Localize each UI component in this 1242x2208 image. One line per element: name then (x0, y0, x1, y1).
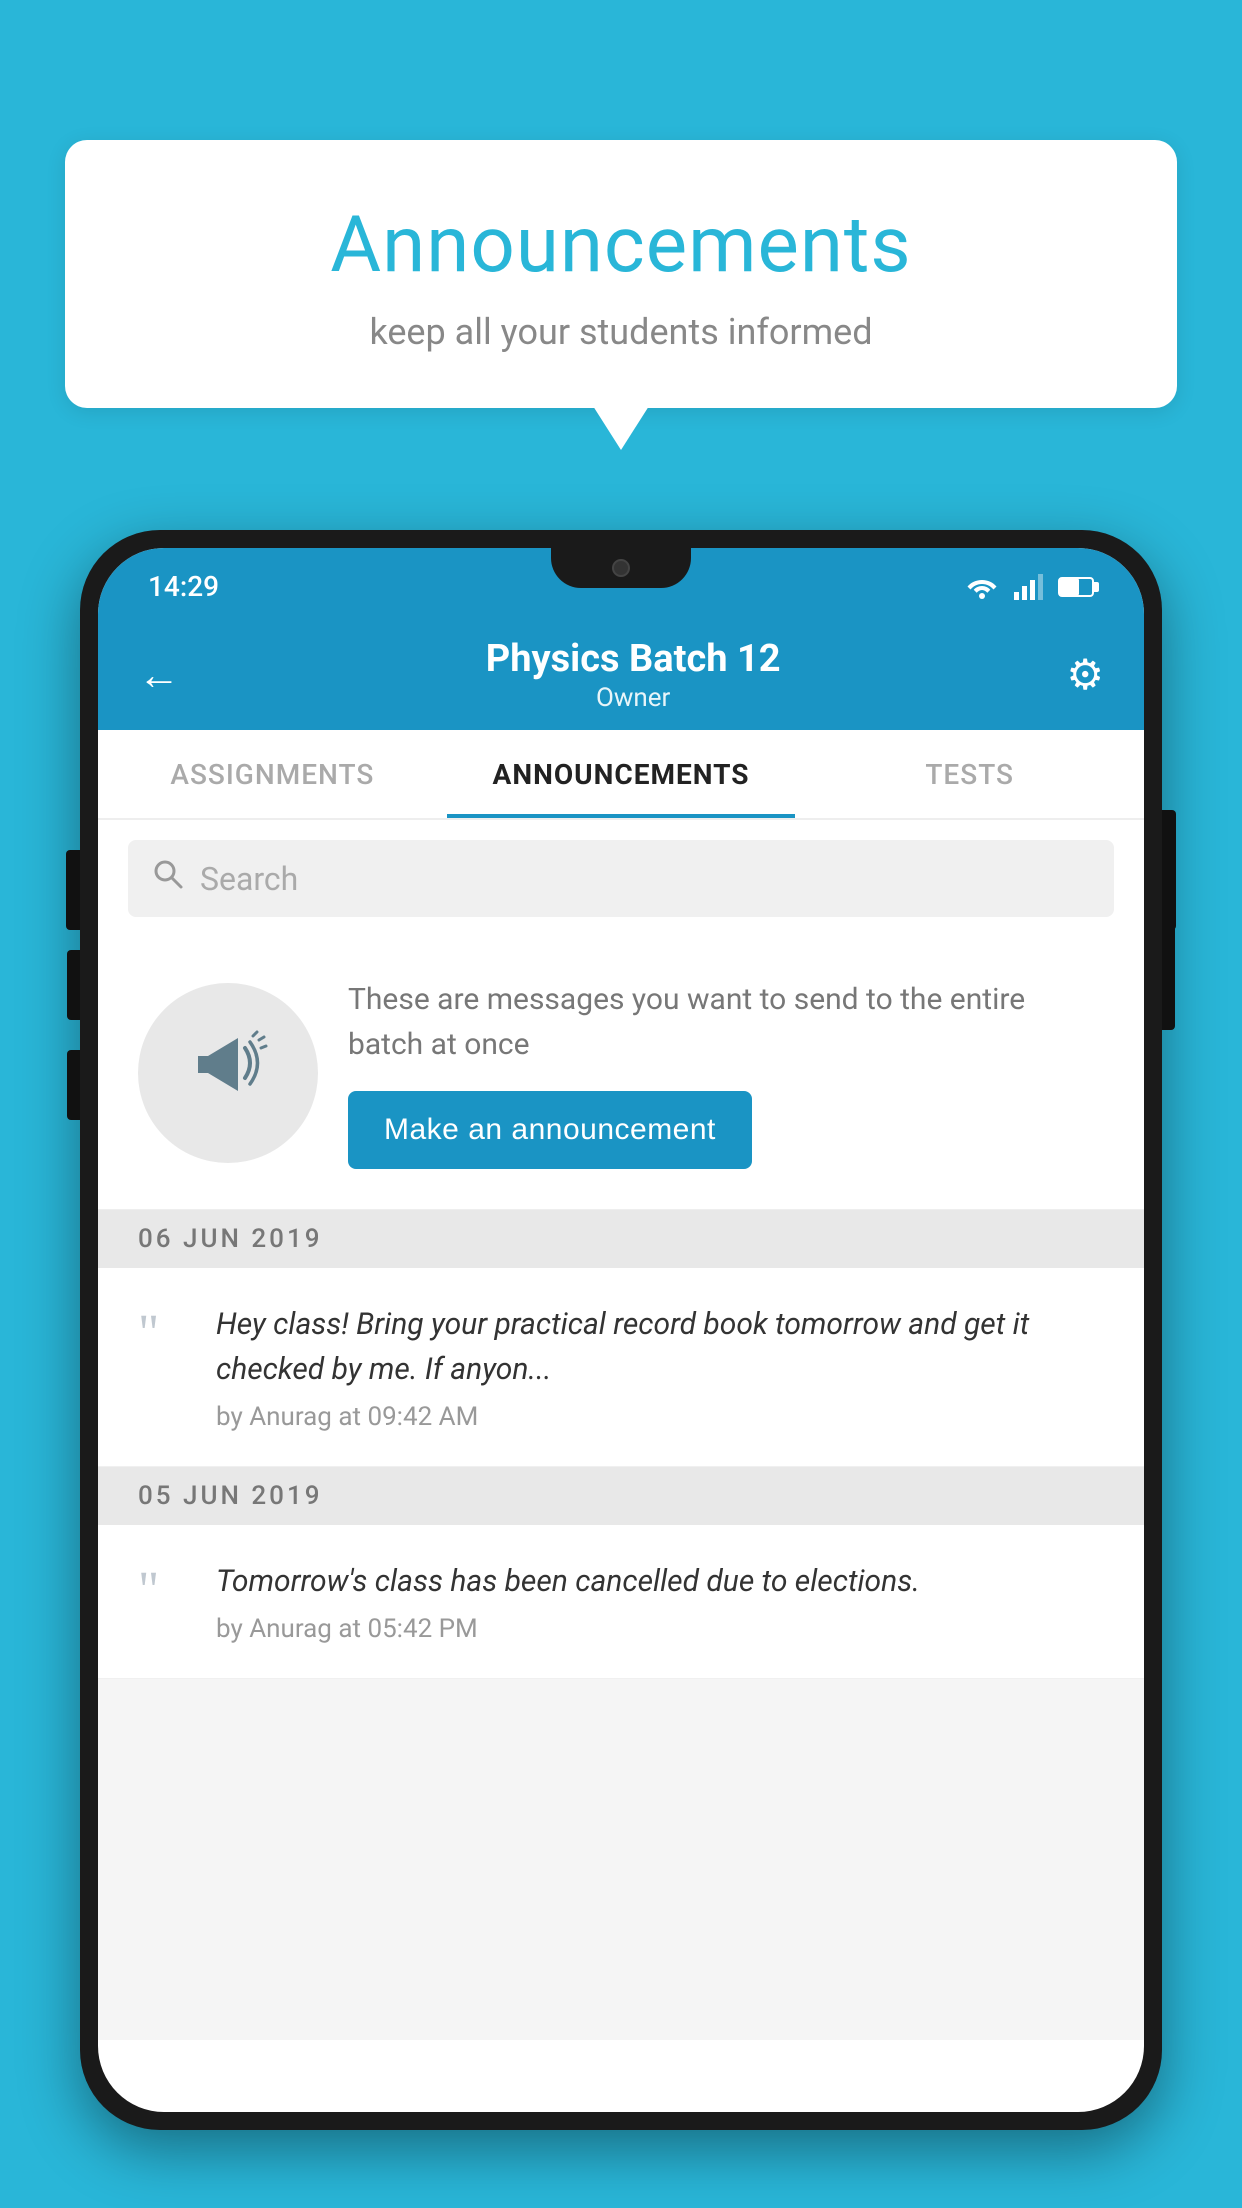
tab-assignments[interactable]: ASSIGNMENTS (98, 730, 447, 818)
speech-bubble-card: Announcements keep all your students inf… (65, 140, 1177, 408)
announcement-meta-2: by Anurag at 05:42 PM (216, 1614, 1104, 1644)
front-camera (612, 559, 630, 577)
announcement-content-2: Tomorrow's class has been cancelled due … (216, 1559, 1104, 1644)
header-title-group: Physics Batch 12 Owner (200, 637, 1066, 713)
header-title: Physics Batch 12 (200, 637, 1066, 681)
signal-icon (1014, 574, 1044, 600)
volume-up-button (67, 950, 80, 1020)
announcement-item-2[interactable]: " Tomorrow's class has been cancelled du… (98, 1525, 1144, 1679)
quote-icon-2: " (138, 1565, 188, 1644)
promo-icon-circle (138, 983, 318, 1163)
promo-right: These are messages you want to send to t… (348, 977, 1104, 1169)
tabs-bar: ASSIGNMENTS ANNOUNCEMENTS TESTS (98, 730, 1144, 820)
search-bar-container: Search (98, 820, 1144, 937)
speech-bubble-title: Announcements (145, 200, 1097, 291)
header-subtitle: Owner (200, 683, 1066, 713)
announcement-item-1[interactable]: " Hey class! Bring your practical record… (98, 1268, 1144, 1467)
announcement-meta-1: by Anurag at 09:42 AM (216, 1402, 1104, 1432)
status-icons (964, 574, 1094, 600)
date-separator-1: 06 JUN 2019 (98, 1210, 1144, 1268)
search-icon (152, 858, 184, 899)
phone-mockup: 14:29 (80, 530, 1162, 2208)
announcement-text-1: Hey class! Bring your practical record b… (216, 1302, 1104, 1392)
power-button (1162, 900, 1175, 1030)
date-separator-2: 05 JUN 2019 (98, 1467, 1144, 1525)
phone-inner: 14:29 (98, 548, 1144, 2112)
battery-fill (1060, 579, 1079, 595)
tab-announcements[interactable]: ANNOUNCEMENTS (447, 730, 796, 818)
phone-content: 14:29 (98, 548, 1144, 2040)
megaphone-icon (183, 1018, 273, 1128)
app-header: ← Physics Batch 12 Owner ⚙ (98, 620, 1144, 730)
tab-tests[interactable]: TESTS (795, 730, 1144, 818)
announcement-content-1: Hey class! Bring your practical record b… (216, 1302, 1104, 1432)
make-announcement-button[interactable]: Make an announcement (348, 1091, 752, 1169)
search-placeholder: Search (200, 860, 298, 898)
settings-icon[interactable]: ⚙ (1066, 650, 1104, 700)
battery-icon (1058, 577, 1094, 597)
wifi-icon (964, 574, 1000, 600)
back-button[interactable]: ← (138, 651, 180, 700)
search-input-wrap[interactable]: Search (128, 840, 1114, 917)
quote-icon-1: " (138, 1308, 188, 1432)
content-area: Search (98, 820, 1144, 2040)
speech-bubble-section: Announcements keep all your students inf… (65, 140, 1177, 408)
volume-down-button (67, 1050, 80, 1120)
promo-card: These are messages you want to send to t… (98, 937, 1144, 1210)
announcement-text-2: Tomorrow's class has been cancelled due … (216, 1559, 1104, 1604)
promo-description: These are messages you want to send to t… (348, 977, 1104, 1067)
speech-bubble-subtitle: keep all your students informed (145, 311, 1097, 353)
phone-notch (551, 548, 691, 588)
phone-outer: 14:29 (80, 530, 1162, 2130)
